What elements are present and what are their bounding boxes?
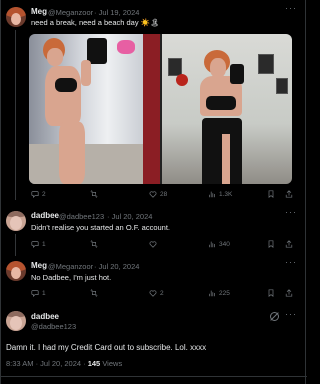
- retweet-icon: [90, 289, 98, 297]
- avatar[interactable]: [6, 211, 26, 231]
- author-name[interactable]: Meg: [31, 7, 47, 16]
- bookmark-button[interactable]: [267, 190, 275, 198]
- like-icon: [149, 191, 157, 198]
- like-button[interactable]: 28: [149, 190, 167, 198]
- avatar[interactable]: [6, 311, 26, 331]
- author-name[interactable]: Meg: [31, 261, 47, 270]
- main-tweet-text: Damn it. I had my Credit Card out to sub…: [6, 343, 207, 352]
- retweet-button[interactable]: [90, 190, 98, 198]
- tweet-timestamp[interactable]: 8:33 AM · Jul 20, 2024 · 145 Views: [6, 359, 122, 368]
- views-button[interactable]: 225: [208, 289, 230, 297]
- share-icon: [285, 240, 293, 248]
- views-button[interactable]: 1.3K: [208, 190, 232, 198]
- more-icon[interactable]: ···: [285, 3, 297, 13]
- tweet-text: need a break, need a beach day ☀️🏝: [31, 18, 160, 27]
- reply-icon: [31, 290, 39, 297]
- like-icon: [149, 290, 157, 297]
- bookmark-icon: [268, 190, 274, 198]
- share-button[interactable]: [285, 190, 293, 198]
- thread-line: [15, 234, 16, 256]
- retweet-button[interactable]: [90, 240, 98, 248]
- retweet-icon: [90, 190, 98, 198]
- bookmark-icon: [268, 240, 274, 248]
- bookmark-button[interactable]: [267, 289, 275, 297]
- like-button[interactable]: 2: [149, 289, 164, 297]
- tweet-text: Didn't realise you started an O.F. accou…: [31, 223, 171, 232]
- avatar[interactable]: [6, 261, 26, 281]
- share-button[interactable]: [285, 240, 293, 248]
- retweet-icon: [90, 240, 98, 248]
- tweet-media[interactable]: [29, 34, 292, 184]
- tweet-date[interactable]: · Jul 19, 2024: [94, 8, 139, 17]
- share-icon: [285, 289, 293, 297]
- divider: [1, 376, 307, 377]
- author-handle[interactable]: @Meganzoor: [48, 262, 93, 271]
- bookmark-button[interactable]: [267, 240, 275, 248]
- like-button[interactable]: [149, 240, 157, 248]
- reply-icon: [31, 191, 39, 198]
- views-button[interactable]: 340: [208, 240, 230, 248]
- reply-button[interactable]: 1: [31, 289, 46, 297]
- share-button[interactable]: [285, 289, 293, 297]
- conversation-thread: Meg @Meganzoor · Jul 19, 2024 ··· need a…: [0, 0, 307, 384]
- views-icon: [209, 191, 215, 198]
- more-icon[interactable]: ···: [285, 257, 297, 267]
- like-icon: [149, 241, 157, 248]
- author-name[interactable]: dadbee: [31, 312, 59, 321]
- views-count: 145: [87, 359, 101, 368]
- author-handle[interactable]: @dadbee123: [31, 322, 76, 331]
- bookmark-icon: [268, 289, 274, 297]
- views-icon: [209, 290, 215, 297]
- author-name[interactable]: dadbee: [31, 211, 59, 220]
- media-photo-2[interactable]: [162, 34, 292, 184]
- retweet-button[interactable]: [90, 289, 98, 297]
- avatar[interactable]: [6, 7, 26, 27]
- tweet-text: No Dadbee, I'm just hot.: [31, 273, 112, 282]
- reply-button[interactable]: 1: [31, 240, 46, 248]
- author-handle[interactable]: @dadbee123: [59, 212, 104, 221]
- views-icon: [209, 241, 215, 248]
- more-icon[interactable]: ···: [285, 309, 297, 319]
- author-handle[interactable]: @Meganzoor: [48, 8, 93, 17]
- reply-icon: [31, 241, 39, 248]
- more-icon[interactable]: ···: [285, 207, 297, 217]
- thread-line: [15, 30, 16, 200]
- tweet-date[interactable]: · Jul 20, 2024: [107, 212, 152, 221]
- tweet-date[interactable]: · Jul 20, 2024: [94, 262, 139, 271]
- media-photo-1[interactable]: [29, 34, 160, 184]
- share-icon: [285, 190, 293, 198]
- reply-button[interactable]: 2: [31, 190, 46, 198]
